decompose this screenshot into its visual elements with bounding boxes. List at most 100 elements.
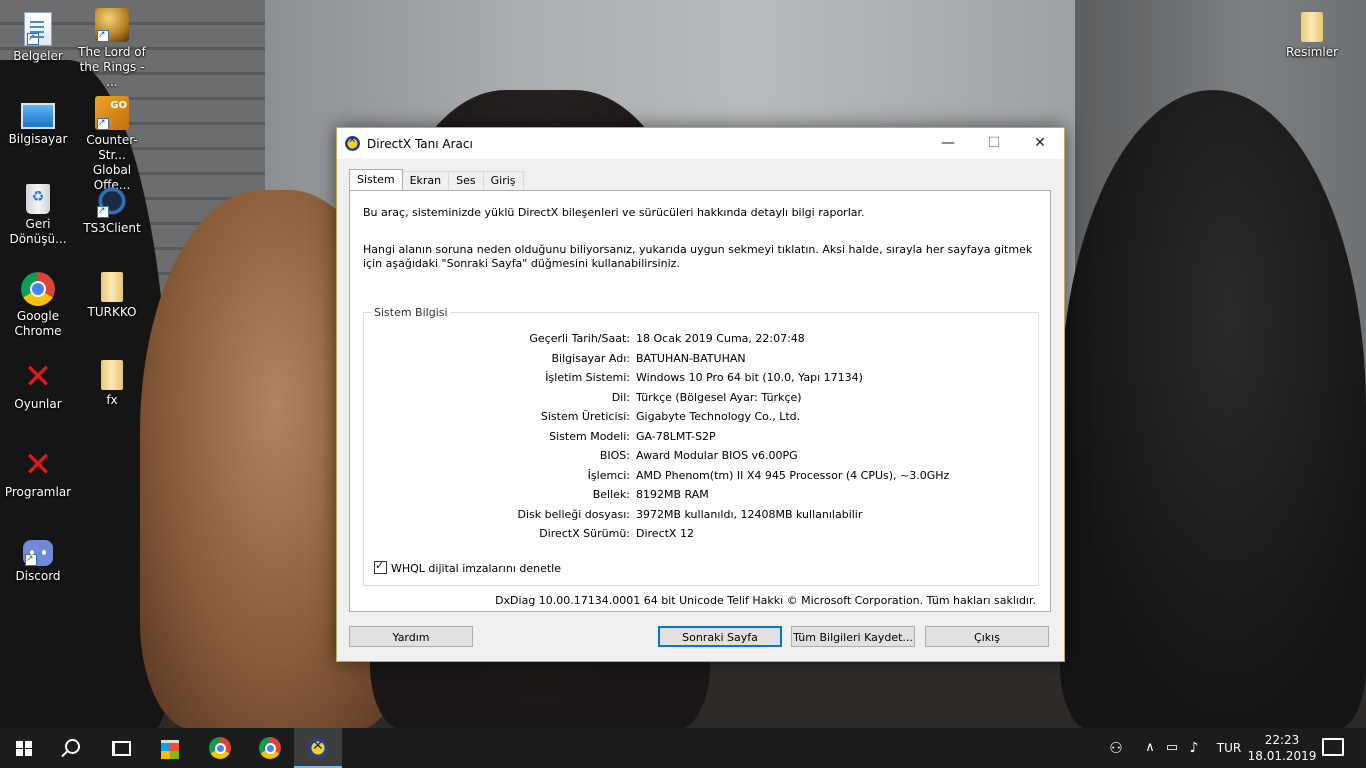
desktop-icon-turkko[interactable]: TURKKO (74, 272, 150, 320)
taskbar-store[interactable] (146, 728, 194, 768)
directx-icon (308, 738, 328, 758)
info-label: Sistem Üreticisi: (540, 410, 630, 423)
desktop-icon-label: Geri Dönüşü... (9, 217, 67, 246)
search-icon (65, 739, 80, 754)
desktop-icon-ts3client[interactable]: TS3Client (74, 184, 150, 236)
notification-icon[interactable] (1322, 738, 1344, 756)
desktop-icon-resimler[interactable]: Resimler (1274, 12, 1350, 60)
taskbar-chrome[interactable] (196, 728, 244, 768)
desktop-icon-lotr[interactable]: The Lord of the Rings - ... (74, 8, 150, 90)
chrome-icon (209, 737, 231, 759)
help-button[interactable]: Yardım (349, 626, 473, 647)
desktop-icon-label: TS3Client (83, 221, 141, 235)
desktop-icon-label: TURKKO (87, 305, 137, 319)
dxdiag-window: DirectX Tanı Aracı — ☐ ✕ Sistem Ekran Se… (336, 127, 1065, 662)
discord-icon (23, 540, 53, 567)
taskbar: ⚇ ∧ ▭ ♪ TUR 22:23 18.01.2019 (0, 728, 1366, 768)
input-language[interactable]: TUR (1212, 728, 1246, 768)
directx-icon (345, 135, 360, 151)
info-row: İşlemci: AMD Phenom(tm) II X4 945 Proces… (364, 468, 1038, 484)
info-row: Geçerli Tarih/Saat: 18 Ocak 2019 Cuma, 2… (364, 331, 1038, 347)
info-row: Sistem Modeli: GA-78LMT-S2P (364, 429, 1038, 445)
save-all-button[interactable]: Tüm Bilgileri Kaydet... (791, 626, 915, 647)
chevron-up-icon[interactable]: ∧ (1140, 728, 1160, 768)
info-label: Bilgisayar Adı: (551, 351, 630, 365)
info-label: İşlemci: (587, 468, 630, 482)
info-value: AMD Phenom(tm) II X4 945 Processor (4 CP… (636, 468, 950, 482)
next-page-button[interactable]: Sonraki Sayfa (658, 626, 782, 647)
red-x-icon: ✕ (23, 445, 53, 485)
info-label: BIOS: (599, 449, 630, 462)
desktop-icon-label: fx (106, 393, 118, 407)
whql-checkbox[interactable]: WHQL dijital imzalarını denetle (374, 559, 562, 575)
desktop-icon-bilgisayar[interactable]: Bilgisayar (0, 97, 76, 147)
desktop-icon-label: Discord (15, 569, 61, 583)
info-row: DirectX Sürümü: DirectX 12 (364, 526, 1038, 542)
csgo-icon (95, 96, 129, 131)
clock-date: 18.01.2019 (1247, 749, 1317, 763)
copyright-text: DxDiag 10.00.17134.0001 64 bit Unicode T… (495, 594, 1036, 607)
title-bar[interactable]: DirectX Tanı Aracı — ☐ ✕ (337, 128, 1064, 159)
people-icon[interactable]: ⚇ (1104, 728, 1128, 768)
document-icon (24, 12, 52, 46)
taskbar-dxdiag[interactable] (294, 728, 342, 768)
window-title: DirectX Tanı Aracı (367, 137, 473, 151)
info-value: Türkçe (Bölgesel Ayar: Türkçe) (636, 390, 802, 404)
lotr-icon (95, 8, 129, 43)
red-x-icon: ✕ (23, 357, 53, 397)
info-label: Disk belleği dosyası: (517, 507, 630, 521)
info-row: Disk belleği dosyası: 3972MB kullanıldı,… (364, 507, 1038, 523)
info-value: Windows 10 Pro 64 bit (10.0, Yapı 17134) (636, 371, 863, 384)
desktop-icon-oyunlar[interactable]: ✕ Oyunlar (0, 360, 76, 412)
windows-logo-icon (16, 741, 32, 756)
close-button[interactable]: ✕ (1017, 128, 1063, 159)
folder-icon (101, 272, 123, 302)
info-row: Bellek: 8192MB RAM (364, 487, 1038, 503)
volume-icon[interactable]: ♪ (1184, 728, 1204, 768)
minimize-button[interactable]: — (925, 128, 971, 159)
desktop-icon-csgo[interactable]: Counter-Str... Global Offe... (74, 96, 150, 193)
chrome-icon (259, 737, 281, 759)
info-row: Bilgisayar Adı: BATUHAN-BATUHAN (364, 351, 1038, 367)
desktop-icon-belgeler[interactable]: Belgeler (0, 12, 76, 64)
tab-giris[interactable]: Giriş (482, 171, 524, 190)
info-row: İşletim Sistemi: Windows 10 Pro 64 bit (… (364, 370, 1038, 386)
start-button[interactable] (0, 728, 48, 768)
info-value: 8192MB RAM (636, 488, 709, 501)
tab-ekran[interactable]: Ekran (401, 171, 450, 190)
task-view-icon (112, 741, 131, 756)
checkbox-label: WHQL dijital imzalarını denetle (391, 562, 562, 575)
desktop-icon-label: Belgeler (13, 49, 63, 63)
info-value: DirectX 12 (636, 527, 694, 540)
info-label: Bellek: (592, 488, 630, 501)
network-icon[interactable]: ▭ (1162, 728, 1182, 768)
info-row: Dil: Türkçe (Bölgesel Ayar: Türkçe) (364, 390, 1038, 406)
recycle-bin-icon (26, 184, 50, 214)
clock[interactable]: 22:23 18.01.2019 (1245, 732, 1319, 764)
desktop-icon-label: The Lord of the Rings - ... (78, 45, 146, 89)
desktop-icon-label: Programlar (4, 485, 72, 499)
intro-text-1: Bu araç, sisteminizde yüklü DirectX bile… (363, 206, 865, 219)
desktop-icon-geri-donusum[interactable]: Geri Dönüşü... (0, 184, 76, 247)
store-icon (161, 740, 179, 759)
info-value: 18 Ocak 2019 Cuma, 22:07:48 (636, 332, 805, 345)
task-view-button[interactable] (96, 728, 144, 768)
tab-strip: Sistem Ekran Ses Giriş (349, 169, 524, 191)
exit-button[interactable]: Çıkış (925, 626, 1049, 647)
info-value: GA-78LMT-S2P (636, 429, 716, 443)
taskbar-chrome-profile[interactable] (246, 728, 294, 768)
desktop-icon-google-chrome[interactable]: Google Chrome (0, 272, 76, 339)
folder-icon (1301, 12, 1323, 42)
clock-time: 22:23 (1264, 733, 1300, 747)
maximize-button[interactable]: ☐ (971, 128, 1017, 159)
desktop-icon-fx[interactable]: fx (74, 360, 150, 408)
info-label: Dil: (611, 390, 630, 404)
intro-text-2: Hangi alanın soruna neden olduğunu biliy… (363, 243, 1033, 270)
desktop-icon-discord[interactable]: Discord (0, 536, 76, 584)
checkbox-checked-icon[interactable] (374, 559, 387, 574)
info-value: Gigabyte Technology Co., Ltd. (636, 410, 801, 423)
tab-sistem[interactable]: Sistem (349, 169, 403, 190)
tab-ses[interactable]: Ses (448, 171, 484, 190)
desktop-icon-programlar[interactable]: ✕ Programlar (0, 448, 76, 500)
search-button[interactable] (48, 728, 96, 768)
